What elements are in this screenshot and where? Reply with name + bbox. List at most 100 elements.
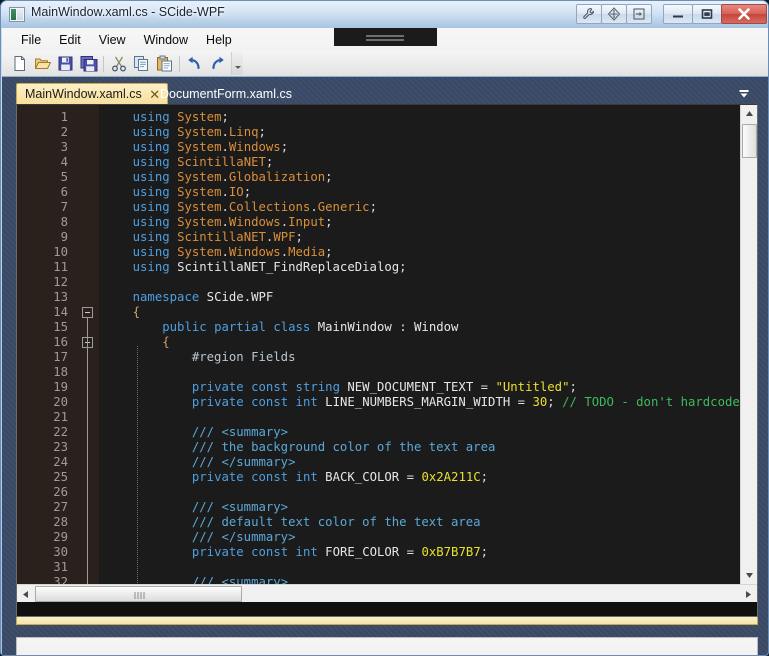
scroll-thumb-grip — [134, 592, 144, 599]
code-line: namespace SCide.WPF — [132, 290, 274, 304]
menu-item-view[interactable]: View — [90, 30, 135, 50]
line-number: 21 — [53, 410, 68, 424]
export-window-icon[interactable] — [626, 4, 652, 24]
line-number: 14 — [53, 305, 68, 319]
status-panel — [16, 637, 758, 655]
code-text-area[interactable]: using System; using System.Linq; using S… — [99, 105, 740, 584]
fold-toggle[interactable] — [82, 307, 93, 318]
line-number: 19 — [53, 380, 68, 394]
line-number: 12 — [53, 275, 68, 289]
code-line: using System.IO; — [132, 185, 252, 199]
line-number: 17 — [53, 350, 68, 364]
vertical-scroll-thumb[interactable] — [742, 124, 757, 158]
mdi-client-area: MainWindow.xaml.cs ✕ DocumentForm.xaml.c… — [2, 76, 768, 655]
code-editor-frame: 1 2 3 4 5 6 7 8 9 10 11 12 13 14 15 16 17 18 19 20 21 22 23 24 2… — [16, 104, 758, 617]
cut-icon[interactable] — [107, 52, 130, 75]
new-file-icon[interactable] — [8, 52, 31, 75]
line-number: 11 — [53, 260, 68, 274]
scroll-right-button[interactable] — [740, 585, 757, 603]
copy-icon[interactable] — [130, 52, 153, 75]
code-line: using System.Collections.Generic; — [132, 200, 377, 214]
code-line: private const int LINE_NUMBERS_MARGIN_WI… — [191, 395, 740, 409]
code-line: { — [162, 335, 170, 349]
code-line: private const int FORE_COLOR = 0xB7B7B7; — [191, 545, 489, 559]
minimize-button[interactable] — [663, 4, 693, 24]
redo-icon[interactable] — [206, 52, 229, 75]
line-number: 9 — [60, 230, 68, 244]
maximize-button[interactable] — [692, 4, 722, 24]
document-pane: MainWindow.xaml.cs ✕ DocumentForm.xaml.c… — [16, 81, 758, 625]
code-line: using ScintillaNET_FindReplaceDialog; — [132, 260, 407, 274]
line-number: 18 — [53, 365, 68, 379]
line-number: 28 — [53, 515, 68, 529]
code-line: /// the background color of the text are… — [191, 440, 496, 454]
toolbar-separator — [179, 55, 180, 72]
wrench-icon[interactable] — [576, 4, 602, 24]
tab-list-dropdown-icon[interactable] — [738, 87, 750, 99]
code-line: using System.Windows.Input; — [132, 215, 333, 229]
title-bar[interactable]: MainWindow.xaml.cs - SCide-WPF — [1, 1, 768, 28]
code-line: #region Fields — [191, 350, 296, 364]
fold-connector-line — [87, 318, 88, 584]
code-line: using System.Globalization; — [132, 170, 333, 184]
window-title: MainWindow.xaml.cs - SCide-WPF — [31, 5, 225, 19]
paste-icon[interactable] — [153, 52, 176, 75]
line-number: 13 — [53, 290, 68, 304]
scintilla-editor[interactable]: 1 2 3 4 5 6 7 8 9 10 11 12 13 14 15 16 17 18 19 20 21 22 23 24 2… — [17, 105, 740, 584]
code-line: /// </summary> — [191, 530, 296, 544]
code-line: /// <summary> — [191, 500, 289, 514]
line-number-margin: 1 2 3 4 5 6 7 8 9 10 11 12 13 14 15 16 17 18 19 20 21 22 23 24 2… — [17, 105, 77, 584]
toolbar-overflow-button[interactable] — [231, 52, 243, 75]
line-number: 4 — [60, 155, 68, 169]
system-titlebar-buttons — [663, 4, 767, 24]
application-window-icon — [9, 7, 25, 22]
code-line: using System.Linq; — [132, 125, 266, 139]
open-file-icon[interactable] — [31, 52, 54, 75]
navigate-diamond-icon[interactable] — [601, 4, 627, 24]
code-line: using System.Windows; — [132, 140, 289, 154]
line-number: 31 — [53, 560, 68, 574]
code-line: private const string NEW_DOCUMENT_TEXT =… — [191, 380, 577, 394]
save-icon[interactable] — [54, 52, 77, 75]
line-number: 10 — [53, 245, 68, 259]
line-number: 27 — [53, 500, 68, 514]
indent-guide — [137, 346, 138, 584]
menu-item-window[interactable]: Window — [135, 30, 197, 50]
line-number: 26 — [53, 485, 68, 499]
code-line: /// </summary> — [191, 455, 296, 469]
scroll-up-button[interactable] — [741, 105, 758, 122]
tab-documentform-xaml-cs[interactable]: DocumentForm.xaml.cs — [152, 83, 300, 104]
horizontal-scroll-thumb[interactable] — [35, 586, 242, 602]
code-line: /// <summary> — [191, 425, 289, 439]
editor-vertical-scrollbar[interactable] — [740, 105, 757, 584]
tab-mainwindow-xaml-cs[interactable]: MainWindow.xaml.cs ✕ — [16, 83, 168, 104]
menubar-overlay-artifact — [334, 28, 437, 46]
custom-titlebar-buttons — [576, 4, 652, 24]
menu-item-edit[interactable]: Edit — [50, 30, 90, 50]
line-number: 25 — [53, 470, 68, 484]
code-line: public partial class MainWindow : Window — [162, 320, 459, 334]
line-number: 2 — [60, 125, 68, 139]
undo-icon[interactable] — [183, 52, 206, 75]
line-number: 32 — [53, 575, 68, 584]
editor-horizontal-scrollbar[interactable] — [17, 584, 757, 602]
line-number: 24 — [53, 455, 68, 469]
close-button[interactable] — [721, 4, 767, 24]
code-folding-margin[interactable] — [77, 105, 99, 584]
scroll-left-button[interactable] — [17, 585, 34, 603]
line-number: 7 — [60, 200, 68, 214]
scroll-down-button[interactable] — [741, 567, 758, 584]
code-line: private const int BACK_COLOR = 0x2A211C; — [191, 470, 489, 484]
save-all-icon[interactable] — [77, 52, 100, 75]
line-number: 5 — [60, 170, 68, 184]
line-number: 6 — [60, 185, 68, 199]
code-line: using ScintillaNET; — [132, 155, 274, 169]
menu-item-help[interactable]: Help — [197, 30, 241, 50]
tab-label: DocumentForm.xaml.cs — [160, 86, 292, 101]
line-number: 30 — [53, 545, 68, 559]
menu-item-file[interactable]: File — [12, 30, 50, 50]
